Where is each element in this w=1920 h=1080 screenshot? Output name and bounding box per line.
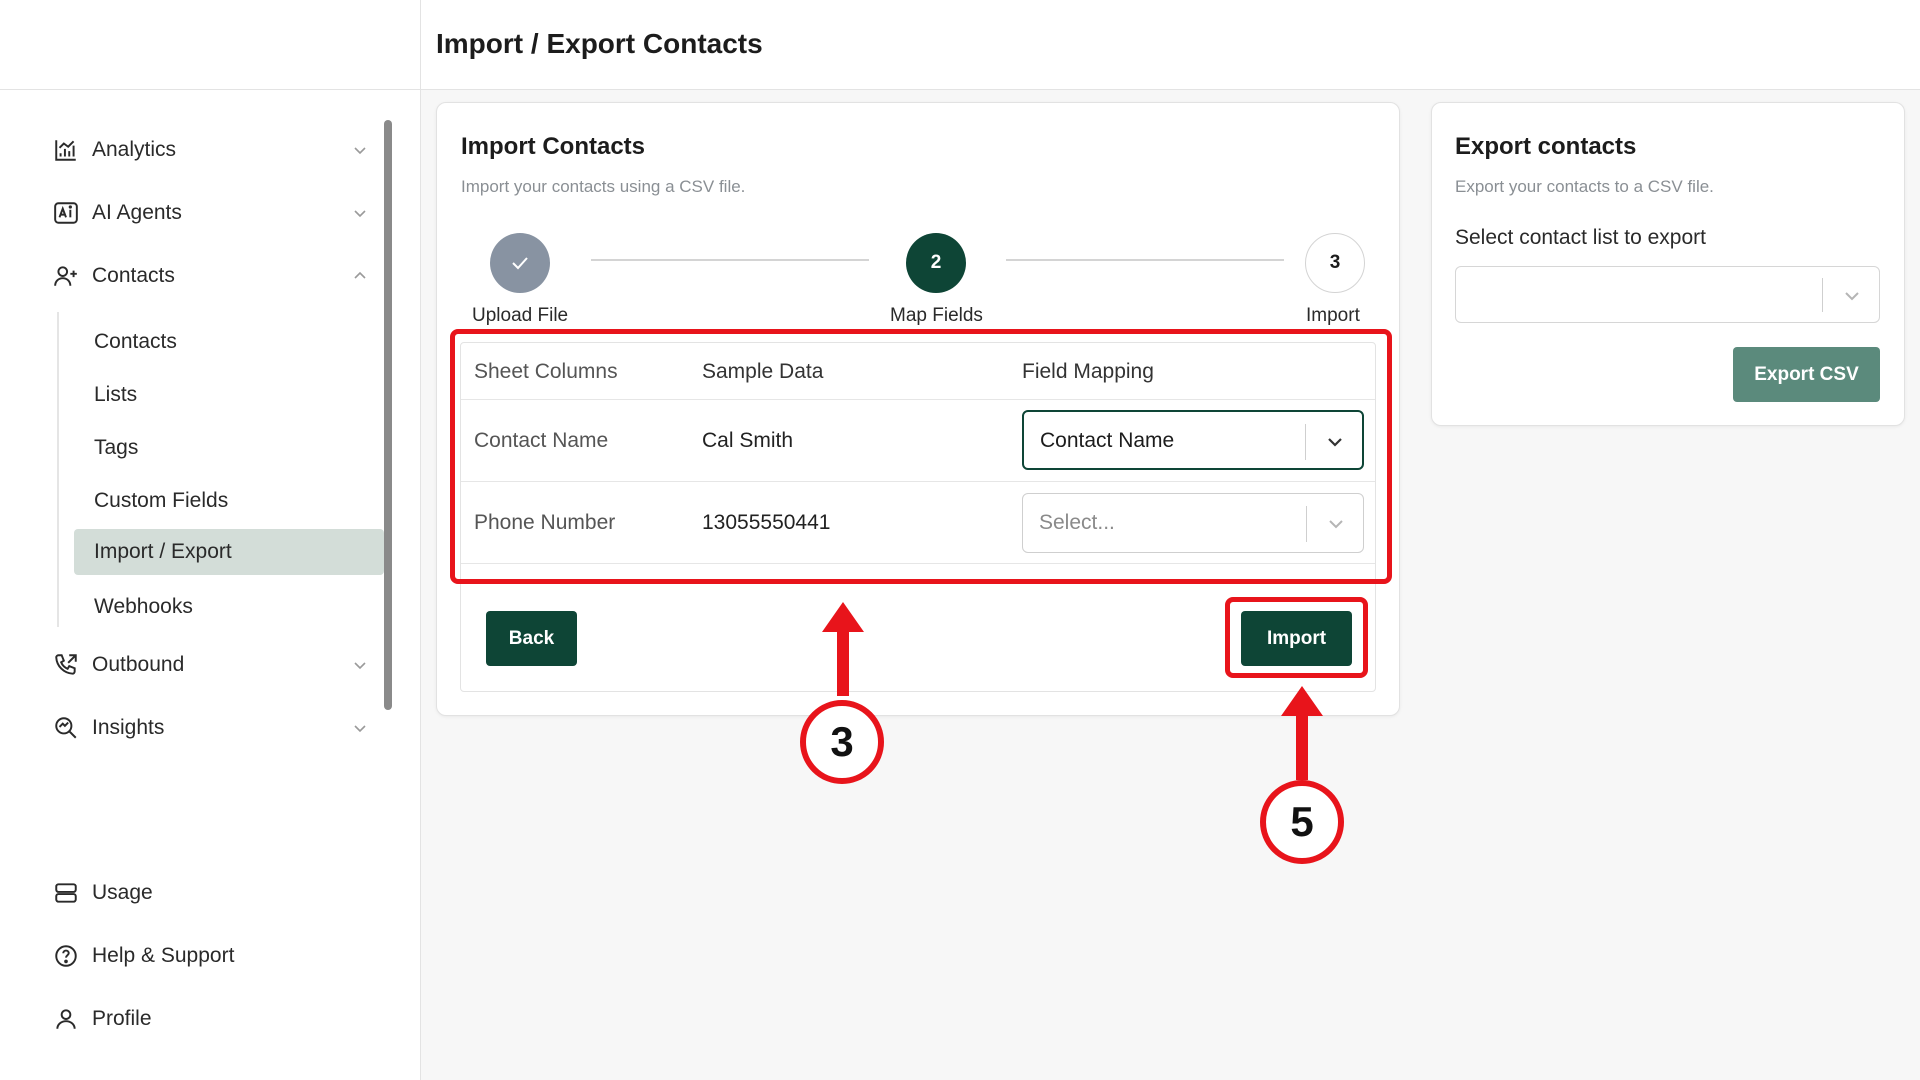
profile-icon (50, 1003, 82, 1035)
annotation-arrow-up (822, 602, 864, 696)
export-card-subtitle: Export your contacts to a CSV file. (1455, 177, 1714, 196)
table-divider (461, 563, 1375, 564)
column-header-sheet-columns: Sheet Columns (474, 360, 618, 383)
sidebar-item-help-support[interactable]: Help & Support (50, 934, 370, 978)
sidebar-subitem-import-export[interactable]: Import / Export (74, 529, 384, 575)
step-map-fields: 2 (906, 233, 966, 293)
export-card-title: Export contacts (1455, 133, 1637, 160)
sample-data-cell: Cal Smith (702, 429, 794, 452)
sidebar-item-label: Usage (92, 881, 153, 904)
export-select-label: Select contact list to export (1455, 226, 1706, 249)
sidebar-item-ai-agents[interactable]: AI Agents (50, 191, 370, 235)
import-button[interactable]: Import (1241, 611, 1352, 666)
annotation-step-marker: 3 (800, 700, 884, 784)
select-placeholder: Select... (1039, 511, 1115, 534)
sidebar-item-label: Profile (92, 1007, 152, 1030)
field-mapping-select[interactable]: Contact Name (1022, 410, 1364, 470)
sheet-column-cell: Contact Name (474, 429, 609, 452)
back-button[interactable]: Back (486, 611, 577, 666)
sidebar-item-label: AI Agents (92, 201, 182, 224)
usage-icon (50, 877, 82, 909)
select-separator (1306, 506, 1307, 542)
sidebar-subitem-webhooks[interactable]: Webhooks (74, 584, 384, 630)
chevron-down-icon (1328, 438, 1342, 447)
table-divider (461, 399, 1375, 400)
sidebar-item-label: Help & Support (92, 944, 235, 967)
insights-icon (50, 712, 82, 744)
top-bar: Import / Export Contacts (0, 0, 1920, 90)
sidebar-item-analytics[interactable]: Analytics (50, 128, 370, 172)
checkmark-icon (512, 257, 528, 270)
sidebar-item-label: Analytics (92, 138, 177, 161)
chevron-down-icon (354, 147, 366, 155)
step-label-import: Import (1306, 305, 1360, 326)
annotation-step-marker: 5 (1260, 780, 1344, 864)
sidebar-subitem-contacts[interactable]: Contacts (74, 319, 384, 365)
import-card-subtitle: Import your contacts using a CSV file. (461, 177, 746, 196)
sidebar-item-insights[interactable]: Insights (50, 706, 370, 750)
phone-outbound-icon (50, 649, 82, 681)
sidebar-subitem-tags[interactable]: Tags (74, 425, 384, 471)
select-separator (1822, 278, 1823, 312)
sample-data-cell: 13055550441 (702, 511, 831, 534)
table-divider (461, 481, 1375, 482)
column-header-field-mapping: Field Mapping (1022, 360, 1154, 383)
sidebar-item-label: Contacts (92, 264, 175, 287)
contacts-icon (50, 260, 82, 292)
step-label-map-fields: Map Fields (890, 305, 983, 326)
field-mapping-select[interactable]: Select... (1022, 493, 1364, 553)
sidebar-item-contacts[interactable]: Contacts (50, 254, 370, 298)
submenu-guide-line (57, 312, 59, 627)
chevron-down-icon (1329, 520, 1343, 529)
select-separator (1305, 424, 1306, 460)
export-csv-button[interactable]: Export CSV (1733, 347, 1880, 402)
step-import: 3 (1305, 233, 1365, 293)
chevron-up-icon (354, 271, 366, 279)
field-mapping-table: Sheet Columns Sample Data Field Mapping … (460, 342, 1376, 692)
chevron-down-icon (354, 210, 366, 218)
column-header-sample-data: Sample Data (702, 360, 824, 383)
step-label-upload-file: Upload File (472, 305, 569, 326)
analytics-icon (50, 134, 82, 166)
sidebar-subitem-lists[interactable]: Lists (74, 372, 384, 418)
select-value: Contact Name (1040, 429, 1175, 452)
page-title: Import / Export Contacts (436, 28, 763, 59)
sidebar-scrollbar[interactable] (384, 120, 392, 710)
chevron-down-icon (354, 725, 366, 733)
sidebar-item-outbound[interactable]: Outbound (50, 643, 370, 687)
sidebar-item-usage[interactable]: Usage (50, 871, 370, 915)
annotation-arrow-up (1281, 686, 1323, 780)
help-icon (50, 940, 82, 972)
chevron-down-icon (1845, 292, 1859, 301)
stepper-connector (1006, 259, 1284, 261)
sidebar: Analytics AI Agents Contacts Contacts Li… (0, 90, 421, 1080)
ai-agents-icon (50, 197, 82, 229)
brand-area (0, 0, 421, 90)
sidebar-item-profile[interactable]: Profile (50, 997, 370, 1041)
step-upload-file (490, 233, 550, 293)
sidebar-item-label: Outbound (92, 653, 185, 676)
export-list-select[interactable] (1455, 266, 1880, 323)
chevron-down-icon (354, 662, 366, 670)
sidebar-item-label: Insights (92, 716, 165, 739)
stepper-connector (591, 259, 869, 261)
import-card-title: Import Contacts (461, 133, 646, 160)
sheet-column-cell: Phone Number (474, 511, 616, 534)
sidebar-subitem-custom-fields[interactable]: Custom Fields (74, 478, 384, 524)
